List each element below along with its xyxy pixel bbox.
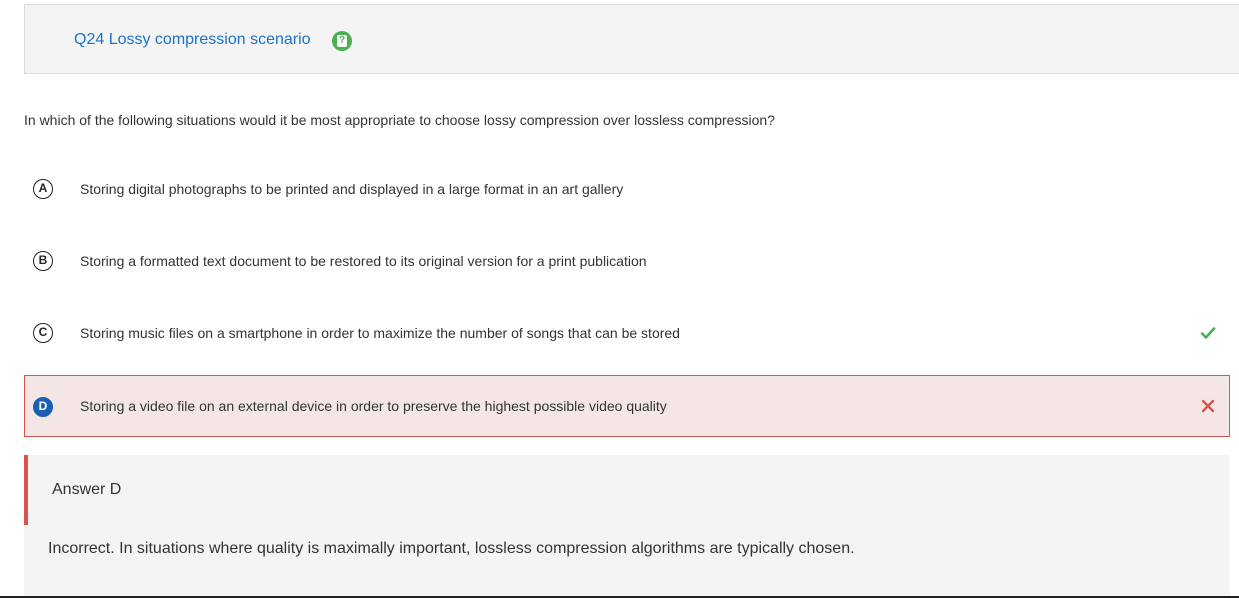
question-header: Q24 Lossy compression scenario ? [24, 4, 1239, 74]
close-x-icon [1201, 399, 1215, 413]
option-d-letter: D [33, 397, 53, 417]
question-title-link[interactable]: Q24 Lossy compression scenario [74, 31, 311, 49]
option-d[interactable]: D Storing a video file on an external de… [24, 375, 1230, 437]
option-c-text: Storing music files on a smartphone in o… [80, 325, 680, 341]
question-prompt: In which of the following situations wou… [24, 112, 775, 128]
help-question-glyph: ? [337, 35, 347, 47]
answer-feedback-panel: Answer D Incorrect. In situations where … [24, 455, 1230, 598]
answer-label: Answer D [52, 481, 122, 498]
option-b[interactable]: B Storing a formatted text document to b… [24, 231, 1230, 293]
option-a-letter: A [33, 179, 53, 199]
option-d-text: Storing a video file on an external devi… [80, 398, 667, 414]
question-page: Q24 Lossy compression scenario ? In whic… [0, 0, 1239, 598]
option-c-letter: C [33, 323, 53, 343]
incorrect-indicator-bar [24, 455, 28, 525]
answer-explanation: Incorrect. In situations where quality i… [48, 540, 855, 557]
option-c[interactable]: C Storing music files on a smartphone in… [24, 303, 1230, 365]
option-b-letter: B [33, 251, 53, 271]
option-a[interactable]: A Storing digital photographs to be prin… [24, 159, 1230, 221]
help-question-icon[interactable]: ? [332, 31, 352, 51]
option-a-text: Storing digital photographs to be printe… [80, 181, 624, 197]
option-b-text: Storing a formatted text document to be … [80, 253, 647, 269]
checkmark-icon [1200, 327, 1216, 339]
